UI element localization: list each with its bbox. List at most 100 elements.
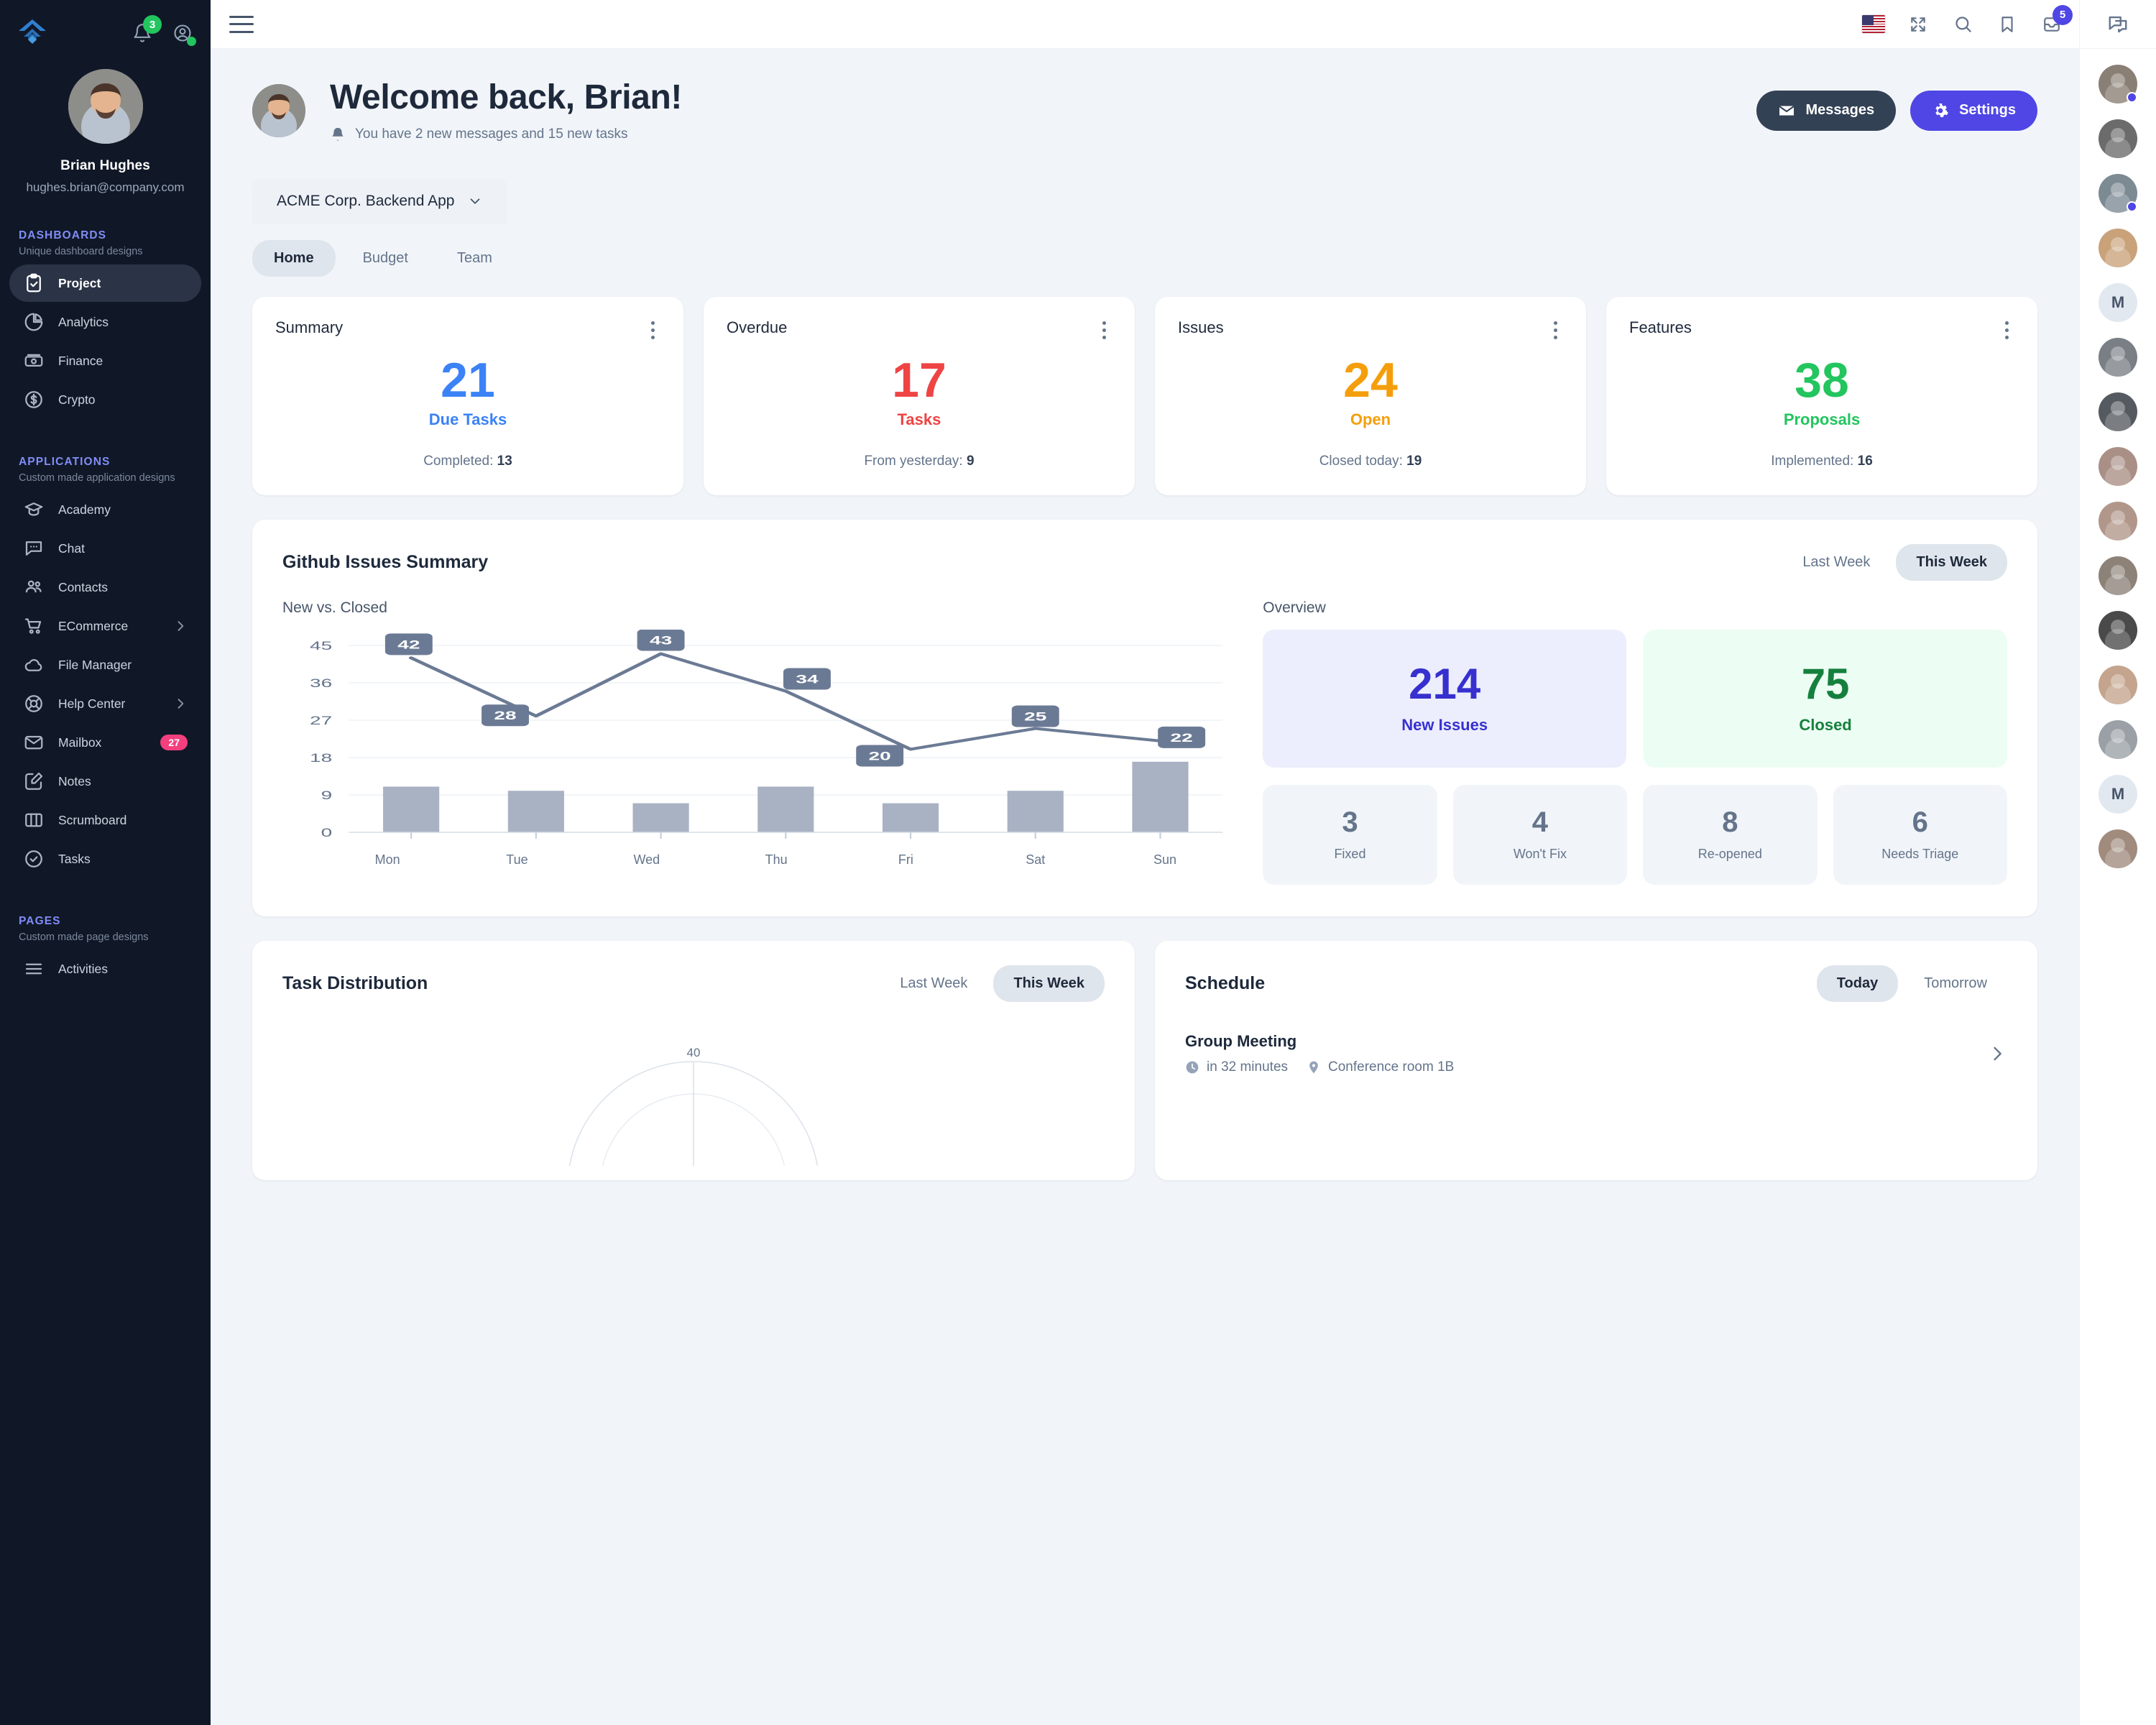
tab-home[interactable]: Home (252, 239, 336, 277)
sidebar-item-chat[interactable]: Chat (9, 530, 201, 567)
task-distribution-card: Task Distribution Last Week This Week 40 (252, 941, 1135, 1181)
settings-button-label: Settings (1959, 102, 2016, 119)
sidebar-item-ecommerce[interactable]: ECommerce (9, 607, 201, 645)
contact-avatar[interactable] (2099, 502, 2137, 540)
contact-avatar[interactable] (2099, 611, 2137, 650)
schedule-toggle-tomorrow[interactable]: Tomorrow (1904, 965, 2007, 1002)
new-vs-closed-chart[interactable]: 0 9 18 27 36 45 42 28 43 34 20 25 22 (282, 630, 1230, 845)
svg-text:0: 0 (321, 826, 333, 840)
sidebar-item-tasks[interactable]: Tasks (9, 840, 201, 878)
inbox-badge: 5 (2053, 4, 2073, 25)
chart-x-label: Sat (1026, 852, 1046, 868)
fullscreen-icon[interactable] (1907, 13, 1930, 36)
sidebar-section-subtitle: Unique dashboard designs (19, 246, 143, 257)
task-distribution-radar-chart[interactable]: 40 (282, 1022, 1105, 1167)
project-selector[interactable]: ACME Corp. Backend App (252, 178, 508, 224)
gear-icon (1932, 102, 1949, 119)
sidebar-item-finance[interactable]: Finance (9, 342, 201, 380)
contact-avatar[interactable] (2099, 65, 2137, 104)
sidebar-item-help-center[interactable]: Help Center (9, 685, 201, 722)
new-vs-closed-title: New vs. Closed (282, 599, 387, 617)
sidebar-nav: DASHBOARDS Unique dashboard designs Projec… (0, 213, 211, 989)
contact-avatar[interactable] (2099, 229, 2137, 267)
svg-text:28: 28 (494, 709, 516, 722)
sidebar-item-label: Notes (58, 773, 91, 788)
search-icon[interactable] (1951, 13, 1974, 36)
sidebar-item-file-manager[interactable]: File Manager (9, 646, 201, 684)
stat-card-footer-label: Closed today: (1319, 454, 1403, 469)
bell-icon (330, 126, 346, 142)
sidebar-item-mailbox[interactable]: Mailbox 27 (9, 724, 201, 761)
overview-new-issues[interactable]: 214 New Issues (1263, 630, 1627, 768)
github-toggle-this-week[interactable]: This Week (1896, 544, 2007, 581)
chat-panel-icon[interactable] (2080, 0, 2156, 49)
sidebar-item-contacts[interactable]: Contacts (9, 569, 201, 606)
stat-card-title: Features (1629, 318, 1692, 336)
sidebar-profile[interactable]: Brian Hughes hughes.brian@company.com (0, 52, 211, 213)
contact-avatar[interactable] (2099, 392, 2137, 431)
contact-avatar[interactable] (2099, 666, 2137, 704)
hamburger-icon[interactable] (229, 15, 254, 33)
task-toggle-last-week[interactable]: Last Week (880, 965, 987, 1002)
tab-team[interactable]: Team (436, 240, 514, 277)
overview-stat-fixed[interactable]: 3 Fixed (1263, 785, 1437, 886)
user-status-icon[interactable] (170, 21, 196, 46)
bookmark-icon[interactable] (1996, 13, 2019, 36)
list-item[interactable]: Group Meeting in 32 minutes Conference r… (1185, 1032, 2007, 1075)
sidebar-item-notes[interactable]: Notes (9, 763, 201, 800)
sidebar-item-project[interactable]: Project (9, 264, 201, 302)
app-logo-icon[interactable] (16, 17, 49, 50)
envelope-icon (1778, 102, 1795, 119)
sidebar-item-analytics[interactable]: Analytics (9, 303, 201, 341)
schedule-toggle-today[interactable]: Today (1816, 965, 1899, 1003)
more-options-icon[interactable] (1999, 318, 2014, 342)
overview-stat-won-t-fix[interactable]: 4 Won't Fix (1452, 785, 1628, 886)
github-toggle-last-week[interactable]: Last Week (1782, 544, 1890, 581)
stat-card-title: Issues (1178, 318, 1224, 336)
sidebar-item-crypto[interactable]: Crypto (9, 381, 201, 418)
contact-avatar[interactable] (2099, 119, 2137, 158)
tab-budget[interactable]: Budget (341, 240, 430, 277)
svg-text:18: 18 (310, 751, 332, 765)
language-flag-us-icon[interactable] (1862, 13, 1885, 36)
stat-card-footer-value: 16 (1857, 454, 1873, 469)
notifications-icon[interactable]: 3 (130, 15, 162, 45)
overview-stat-label: Re-opened (1697, 847, 1762, 862)
lifebuoy-icon (23, 693, 45, 714)
left-sidebar: 3 Brian Hughes hughes.brian@company.com … (0, 0, 211, 1725)
contact-avatar[interactable] (2099, 556, 2137, 595)
schedule-title: Schedule (1185, 973, 1266, 994)
toolbar-icons: 5 (1862, 4, 2073, 36)
messages-button-label: Messages (1805, 102, 1875, 119)
contact-avatar[interactable] (2099, 174, 2137, 213)
contact-initial-avatar[interactable]: M (2099, 283, 2137, 322)
chevron-right-icon[interactable] (1987, 1044, 2007, 1064)
overview-stat-needs-triage[interactable]: 6 Needs Triage (1833, 785, 2007, 886)
sidebar-section-title: PAGES (19, 915, 61, 927)
map-pin-icon (1307, 1060, 1321, 1075)
contact-avatar[interactable] (2099, 447, 2137, 486)
svg-text:20: 20 (869, 749, 891, 763)
contact-avatar[interactable] (2099, 720, 2137, 759)
task-toggle-this-week[interactable]: This Week (993, 965, 1105, 1003)
sidebar-item-scrumboard[interactable]: Scrumboard (9, 801, 201, 839)
radar-top-tick: 40 (687, 1046, 701, 1059)
more-options-icon[interactable] (645, 318, 660, 342)
overview-stat-label: Fixed (1334, 847, 1366, 862)
overview-stat-re-opened[interactable]: 8 Re-opened (1643, 785, 1818, 886)
settings-button[interactable]: Settings (1910, 90, 2037, 131)
more-options-icon[interactable] (1548, 318, 1563, 342)
messages-button[interactable]: Messages (1756, 90, 1897, 131)
overview-stat-value: 8 (1722, 806, 1738, 839)
sidebar-item-academy[interactable]: Academy (9, 491, 201, 528)
contact-avatar[interactable] (2099, 338, 2137, 377)
stat-card-footer: From yesterday: 9 (727, 454, 1112, 469)
more-options-icon[interactable] (1097, 318, 1112, 342)
contact-initial-avatar[interactable]: M (2099, 775, 2137, 814)
sidebar-item-label: Help Center (58, 696, 126, 711)
contact-avatar[interactable] (2099, 829, 2137, 868)
inbox-icon[interactable]: 5 (2040, 4, 2073, 36)
overview-closed[interactable]: 75 Closed (1644, 630, 2008, 768)
avatar (2099, 229, 2137, 267)
sidebar-item-activities[interactable]: Activities (9, 950, 201, 988)
